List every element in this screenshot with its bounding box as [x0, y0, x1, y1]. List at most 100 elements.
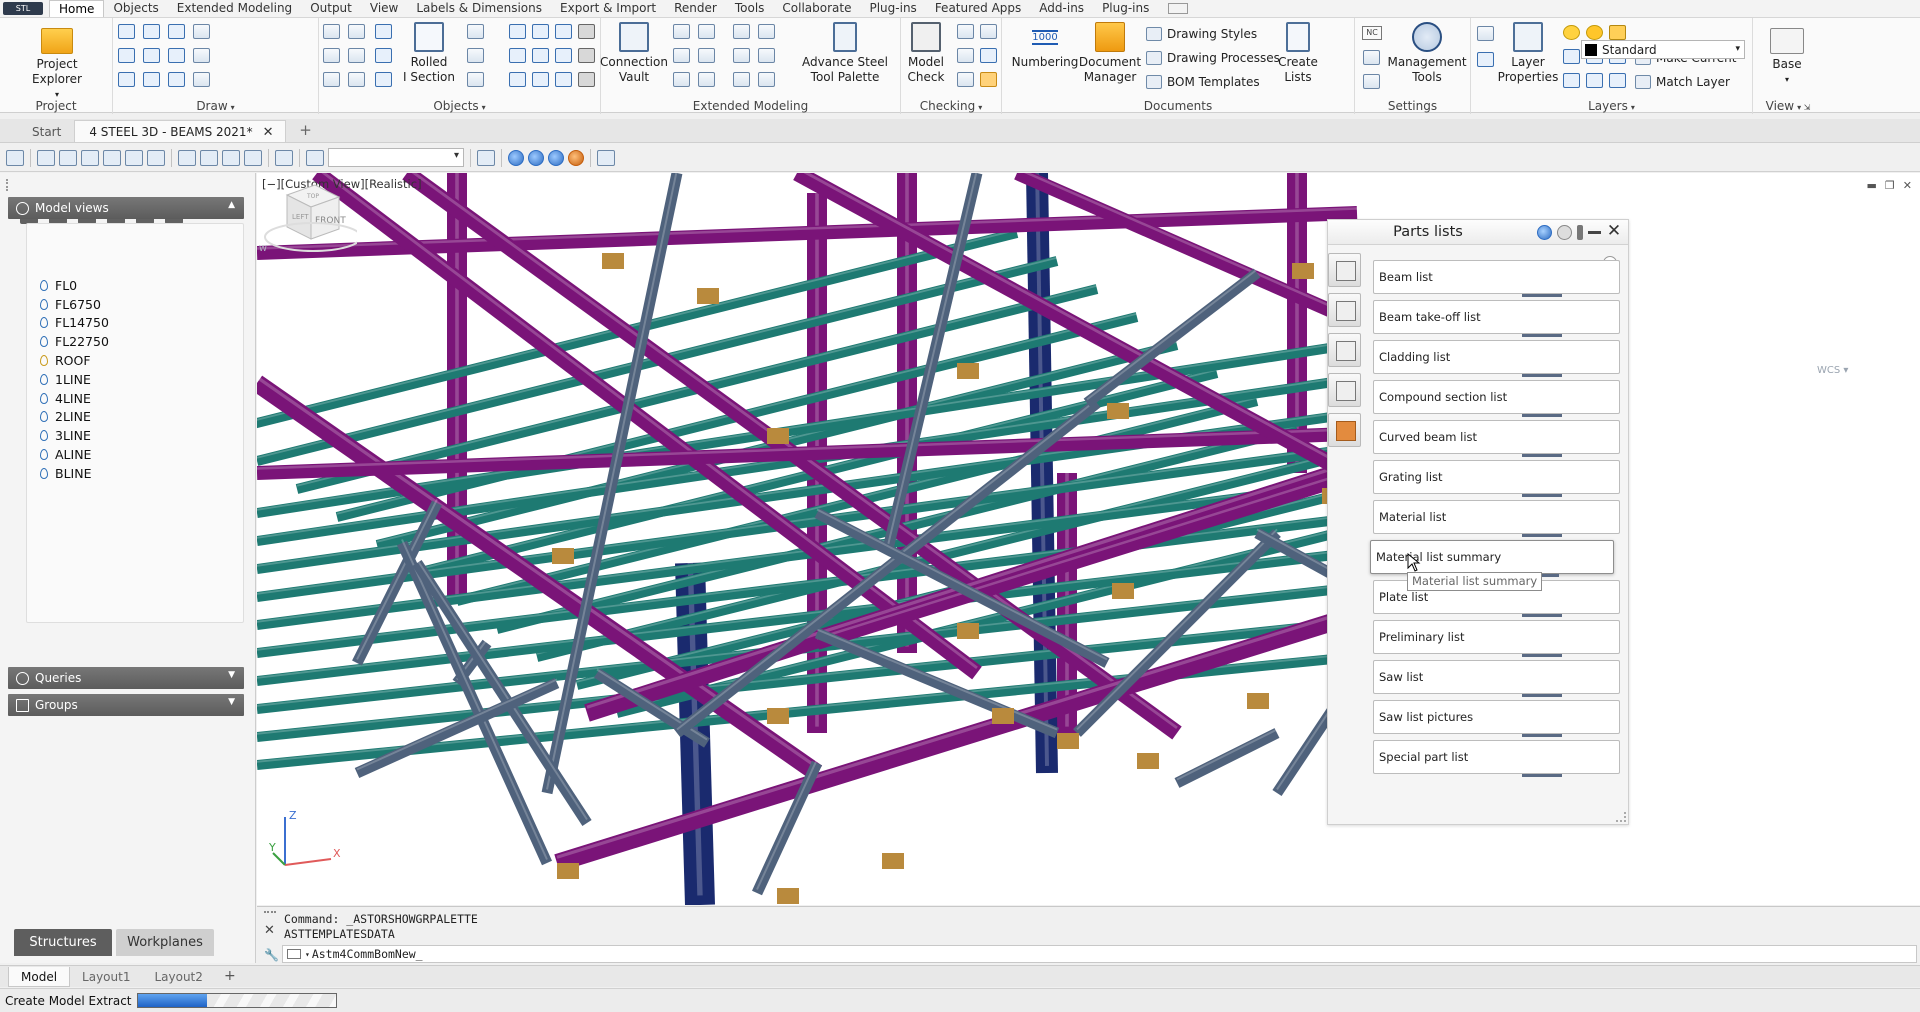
base-view-button[interactable]: Base ▾ [1759, 28, 1815, 87]
polyline-icon[interactable] [118, 24, 135, 39]
close-icon[interactable]: ✕ [1903, 179, 1912, 192]
resize-grip[interactable] [1616, 812, 1626, 822]
side-tab-parts[interactable] [1328, 373, 1361, 407]
anchor-icon[interactable] [348, 72, 365, 87]
parts-list-item[interactable]: Special part list [1373, 740, 1620, 777]
view-left-icon[interactable] [81, 149, 99, 166]
command-icon[interactable] [287, 949, 301, 959]
audit-icon[interactable] [980, 24, 997, 39]
layer-isolate-icon[interactable] [1477, 52, 1494, 67]
brace[interactable] [752, 759, 822, 896]
file-tab-active[interactable]: 4 STEEL 3D - BEAMS 2021* ✕ [74, 120, 287, 142]
parts-list-item[interactable]: Saw list pictures [1373, 700, 1620, 737]
parts-list-item[interactable]: Preliminary list [1373, 620, 1620, 657]
minimize-icon[interactable] [1588, 230, 1601, 234]
steel-structure-3d[interactable] [257, 173, 1920, 905]
model-view-item[interactable]: ALINE [28, 445, 246, 464]
connection-plate[interactable] [557, 863, 579, 879]
bom-templates-button[interactable]: BOM Templates [1146, 75, 1260, 89]
cut-icon[interactable] [532, 48, 549, 63]
hole-icon[interactable] [578, 24, 595, 39]
welded-beam-icon[interactable] [467, 72, 484, 87]
viewcube-left-label[interactable]: LEFT [292, 213, 309, 221]
model-view-item[interactable]: 2LINE [28, 408, 246, 427]
connection-plate[interactable] [1247, 693, 1269, 709]
minimize-icon[interactable]: ▬ [1867, 179, 1877, 192]
connection-plate[interactable] [992, 708, 1014, 724]
match-layer-button[interactable]: Match Layer [1635, 75, 1730, 89]
sections-icon[interactable] [467, 24, 484, 39]
objects-panel-title[interactable]: Objects ▾ [319, 99, 600, 113]
gable-icon[interactable] [733, 72, 750, 87]
connection-plate[interactable] [552, 548, 574, 564]
model-viewport[interactable]: [−][Custom View][Realistic] ▬ ❐ ✕ TOP FR… [257, 173, 1920, 905]
ribbon-tab-output[interactable]: Output [301, 0, 361, 17]
layer-walk-icon[interactable] [1586, 73, 1603, 88]
wireframe-icon[interactable] [508, 149, 524, 166]
parts-list-item[interactable]: Saw list [1373, 660, 1620, 697]
close-icon[interactable]: ✕ [263, 125, 274, 140]
view-panel-title[interactable]: View ▾ ⇲ [1753, 99, 1823, 113]
close-icon[interactable]: ✕ [264, 923, 275, 938]
display-marked-icon[interactable] [957, 48, 974, 63]
layer-states-icon[interactable] [1477, 26, 1494, 41]
check-collision-icon[interactable] [957, 72, 974, 87]
parts-list-item[interactable]: Material list [1373, 500, 1620, 537]
level-icon[interactable] [348, 48, 365, 63]
camera-icon[interactable] [275, 149, 293, 166]
layer-properties-button[interactable]: Layer Properties [1498, 22, 1558, 85]
compound-section-icon[interactable] [467, 48, 484, 63]
layer-off-icon[interactable] [1563, 49, 1580, 64]
connection-vault-button[interactable]: Connection Vault [600, 22, 668, 85]
search-filter-icon[interactable] [980, 48, 997, 63]
numbering-button[interactable]: 1000 Numbering [1010, 22, 1080, 70]
tab-model[interactable]: Model [8, 966, 71, 987]
iso-ne-icon[interactable] [222, 149, 240, 166]
ribbon-tab-tools[interactable]: Tools [726, 0, 774, 17]
pin-icon[interactable] [1577, 224, 1583, 240]
connection-plate[interactable] [1292, 263, 1314, 279]
create-lists-button[interactable]: Create Lists [1268, 22, 1328, 85]
command-line-grip[interactable] [264, 911, 276, 917]
notch-icon[interactable] [555, 48, 572, 63]
model-view-item[interactable]: FL22750 [28, 332, 246, 351]
grating-icon[interactable] [578, 72, 595, 87]
weld-icon[interactable] [509, 72, 526, 87]
lock-icon[interactable] [1609, 25, 1626, 40]
parts-list-item[interactable]: Cladding list [1373, 340, 1620, 377]
viewport-icon[interactable] [477, 149, 495, 166]
ribbon-tab-plug-ins[interactable]: Plug-ins [860, 0, 925, 17]
construction-line-icon[interactable] [143, 48, 160, 63]
column-base-icon[interactable] [673, 48, 690, 63]
tool-palette-button[interactable]: Advance Steel Tool Palette [797, 22, 893, 85]
model-view-item[interactable]: FL14750 [28, 314, 246, 333]
globe-icon[interactable] [1537, 224, 1552, 240]
view-back-icon[interactable] [147, 149, 165, 166]
project-explorer-button[interactable]: Project Explorer ▾ [10, 22, 104, 102]
settings-tool-icon[interactable] [1363, 50, 1380, 65]
palette-grip[interactable] [6, 179, 10, 191]
side-tab-details[interactable] [1328, 293, 1361, 327]
connection-plate[interactable] [1057, 733, 1079, 749]
shaded-icon[interactable] [548, 149, 564, 166]
clash-check-icon[interactable] [957, 24, 974, 39]
stair-icon[interactable] [673, 24, 690, 39]
iso-sw-icon[interactable] [178, 149, 196, 166]
bolt-icon[interactable] [323, 72, 340, 87]
management-tools-button[interactable]: Management Tools [1387, 22, 1467, 85]
parts-lists-header[interactable]: Parts lists ✕ [1328, 220, 1628, 245]
cope-icon[interactable] [555, 24, 572, 39]
model-view-item[interactable]: FL0 [28, 276, 246, 295]
parts-list-item[interactable]: Curved beam list [1373, 420, 1620, 457]
grid-icon[interactable] [323, 48, 340, 63]
parts-list-item[interactable]: Grating list [1373, 460, 1620, 497]
connection-plate[interactable] [767, 428, 789, 444]
plate-icon[interactable] [323, 24, 340, 39]
view-bottom-icon[interactable] [59, 149, 77, 166]
split-icon[interactable] [532, 72, 549, 87]
ribbon-tab-add-ins[interactable]: Add-ins [1030, 0, 1093, 17]
gear-icon[interactable] [1557, 224, 1572, 240]
viewcube-top-label[interactable]: TOP [306, 193, 319, 200]
checking-panel-title[interactable]: Checking ▾ [901, 99, 1001, 113]
connection-plate[interactable] [957, 363, 979, 379]
